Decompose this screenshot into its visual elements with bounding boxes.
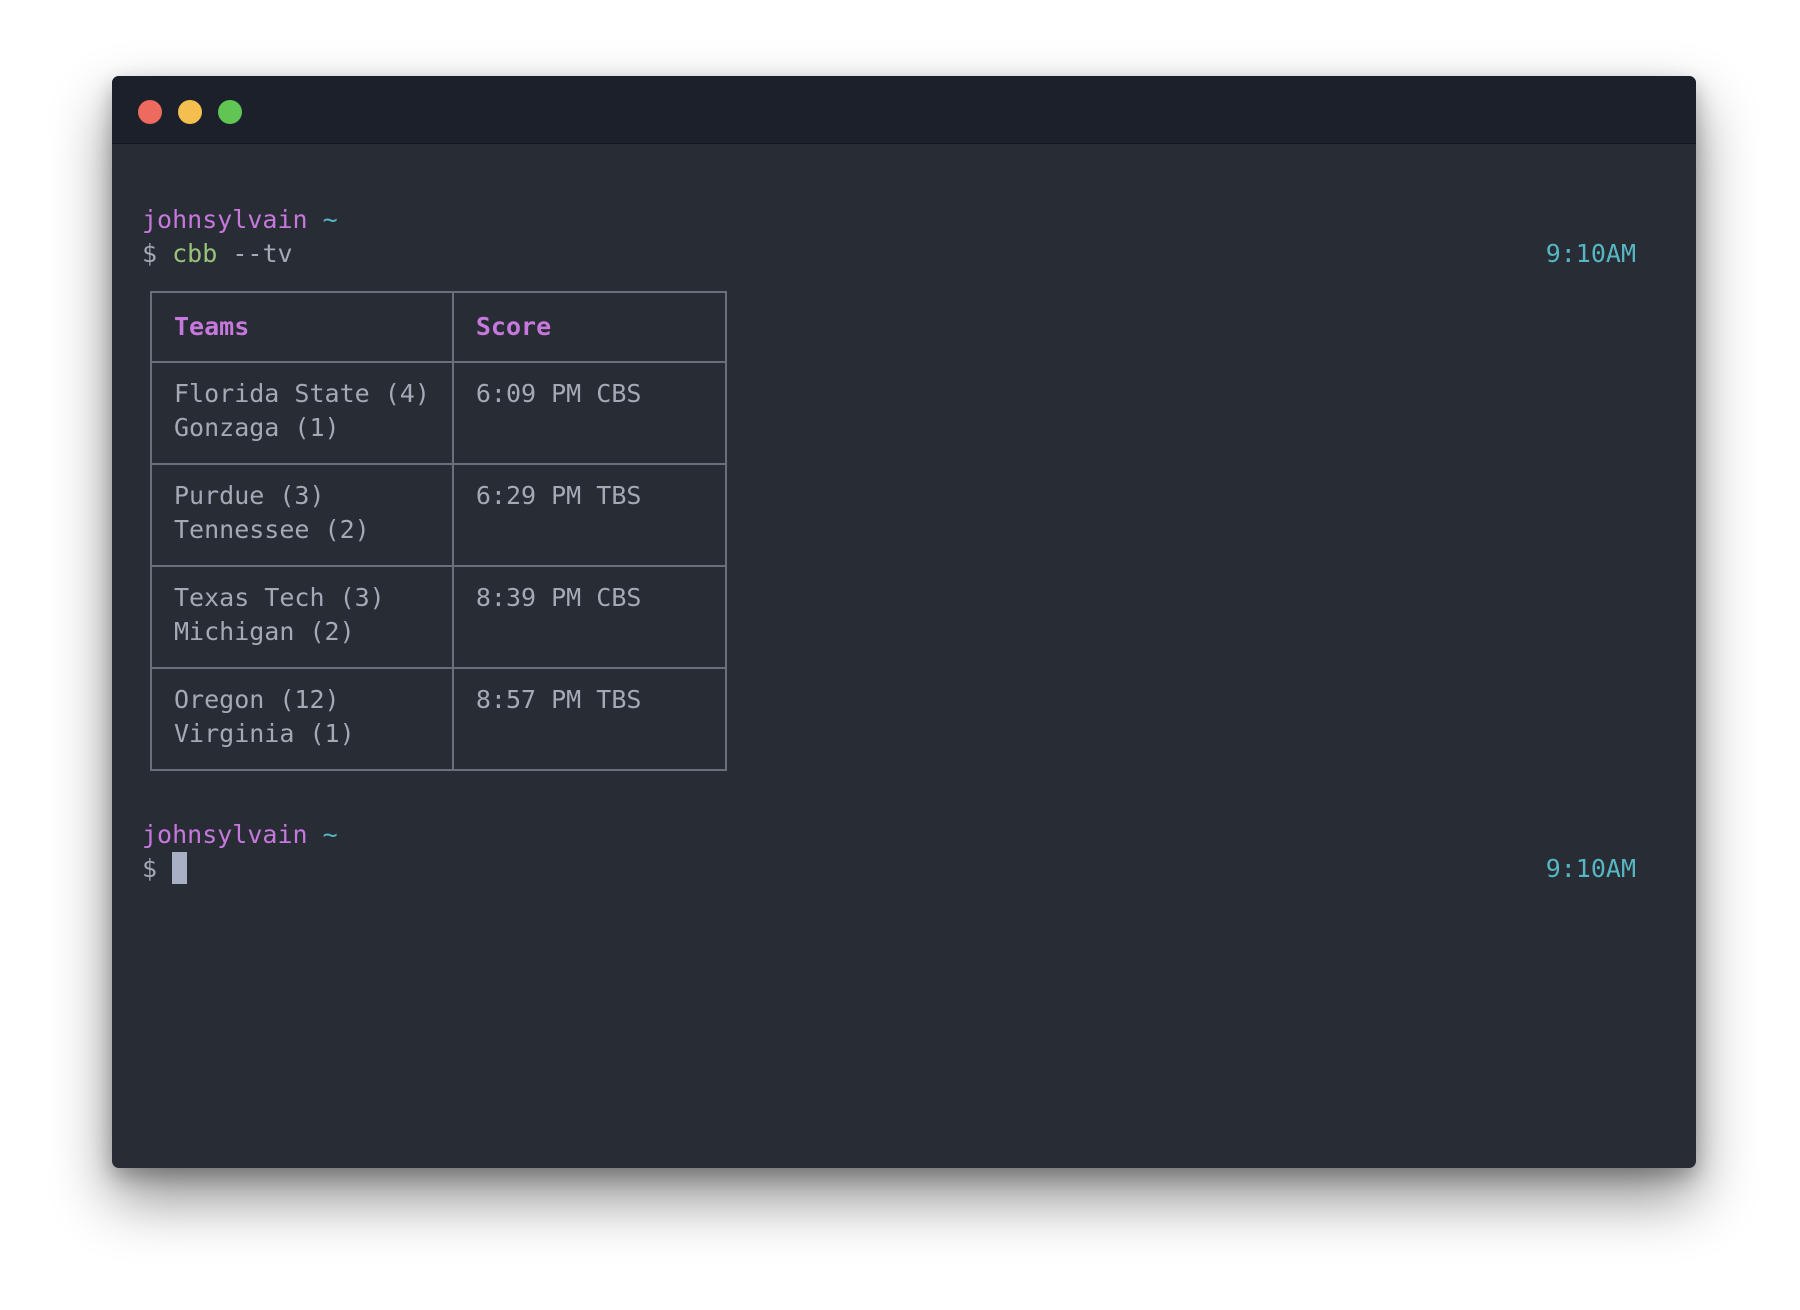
command-args: --tv bbox=[232, 239, 293, 268]
prompt-header-1: johnsylvain ~ bbox=[142, 203, 1636, 237]
team-name: Florida State (4) bbox=[174, 379, 430, 408]
team-name: Michigan (2) bbox=[174, 617, 355, 646]
teams-cell: Purdue (3) Tennessee (2) bbox=[150, 463, 454, 567]
zoom-button[interactable] bbox=[218, 100, 242, 124]
title-bar bbox=[112, 76, 1696, 144]
prompt-symbol: $ bbox=[142, 239, 158, 268]
team-name: Tennessee (2) bbox=[174, 515, 370, 544]
column-header-teams: Teams bbox=[150, 291, 454, 363]
team-name: Purdue (3) bbox=[174, 481, 325, 510]
timestamp: 9:10AM bbox=[1545, 854, 1636, 883]
teams-cell: Oregon (12) Virginia (1) bbox=[150, 667, 454, 771]
score-cell: 8:57 PM TBS bbox=[451, 667, 727, 771]
teams-cell: Texas Tech (3) Michigan (2) bbox=[150, 565, 454, 669]
text-cursor[interactable] bbox=[172, 852, 188, 884]
column-header-score: Score bbox=[451, 291, 727, 363]
command-input-line[interactable]: $ 9:10AM bbox=[142, 852, 1636, 886]
score-cell: 6:29 PM TBS bbox=[451, 463, 727, 567]
current-directory: ~ bbox=[322, 820, 338, 849]
username: johnsylvain bbox=[142, 205, 308, 234]
table-row: Oregon (12) Virginia (1) 8:57 PM TBS bbox=[150, 667, 727, 771]
table-row: Florida State (4) Gonzaga (1) 6:09 PM CB… bbox=[150, 361, 727, 465]
team-name: Virginia (1) bbox=[174, 719, 355, 748]
prompt-symbol: $ bbox=[142, 854, 158, 883]
terminal-output-1: johnsylvain ~ $ cbb --tv 9:10AM bbox=[142, 203, 1636, 271]
minimize-button[interactable] bbox=[178, 100, 202, 124]
table-row: Purdue (3) Tennessee (2) 6:29 PM TBS bbox=[150, 463, 727, 567]
score-cell: 6:09 PM CBS bbox=[451, 361, 727, 465]
tv-schedule-table: Teams Score Florida State (4) Gonzaga (1… bbox=[150, 291, 727, 771]
team-name: Texas Tech (3) bbox=[174, 583, 385, 612]
username: johnsylvain bbox=[142, 820, 308, 849]
terminal-window: johnsylvain ~ $ cbb --tv 9:10AM Teams Sco… bbox=[112, 76, 1696, 1168]
command-name: cbb bbox=[172, 239, 218, 268]
teams-cell: Florida State (4) Gonzaga (1) bbox=[150, 361, 454, 465]
prompt-header-2: johnsylvain ~ bbox=[142, 818, 1636, 852]
close-button[interactable] bbox=[138, 100, 162, 124]
team-name: Oregon (12) bbox=[174, 685, 340, 714]
table-row: Texas Tech (3) Michigan (2) 8:39 PM CBS bbox=[150, 565, 727, 669]
table-header-row: Teams Score bbox=[150, 291, 727, 363]
current-directory: ~ bbox=[322, 205, 338, 234]
team-name: Gonzaga (1) bbox=[174, 413, 340, 442]
terminal-output-2: johnsylvain ~ $ 9:10AM bbox=[142, 818, 1636, 886]
timestamp: 9:10AM bbox=[1545, 239, 1636, 268]
score-cell: 8:39 PM CBS bbox=[451, 565, 727, 669]
command-line-1: $ cbb --tv 9:10AM bbox=[142, 237, 1636, 271]
